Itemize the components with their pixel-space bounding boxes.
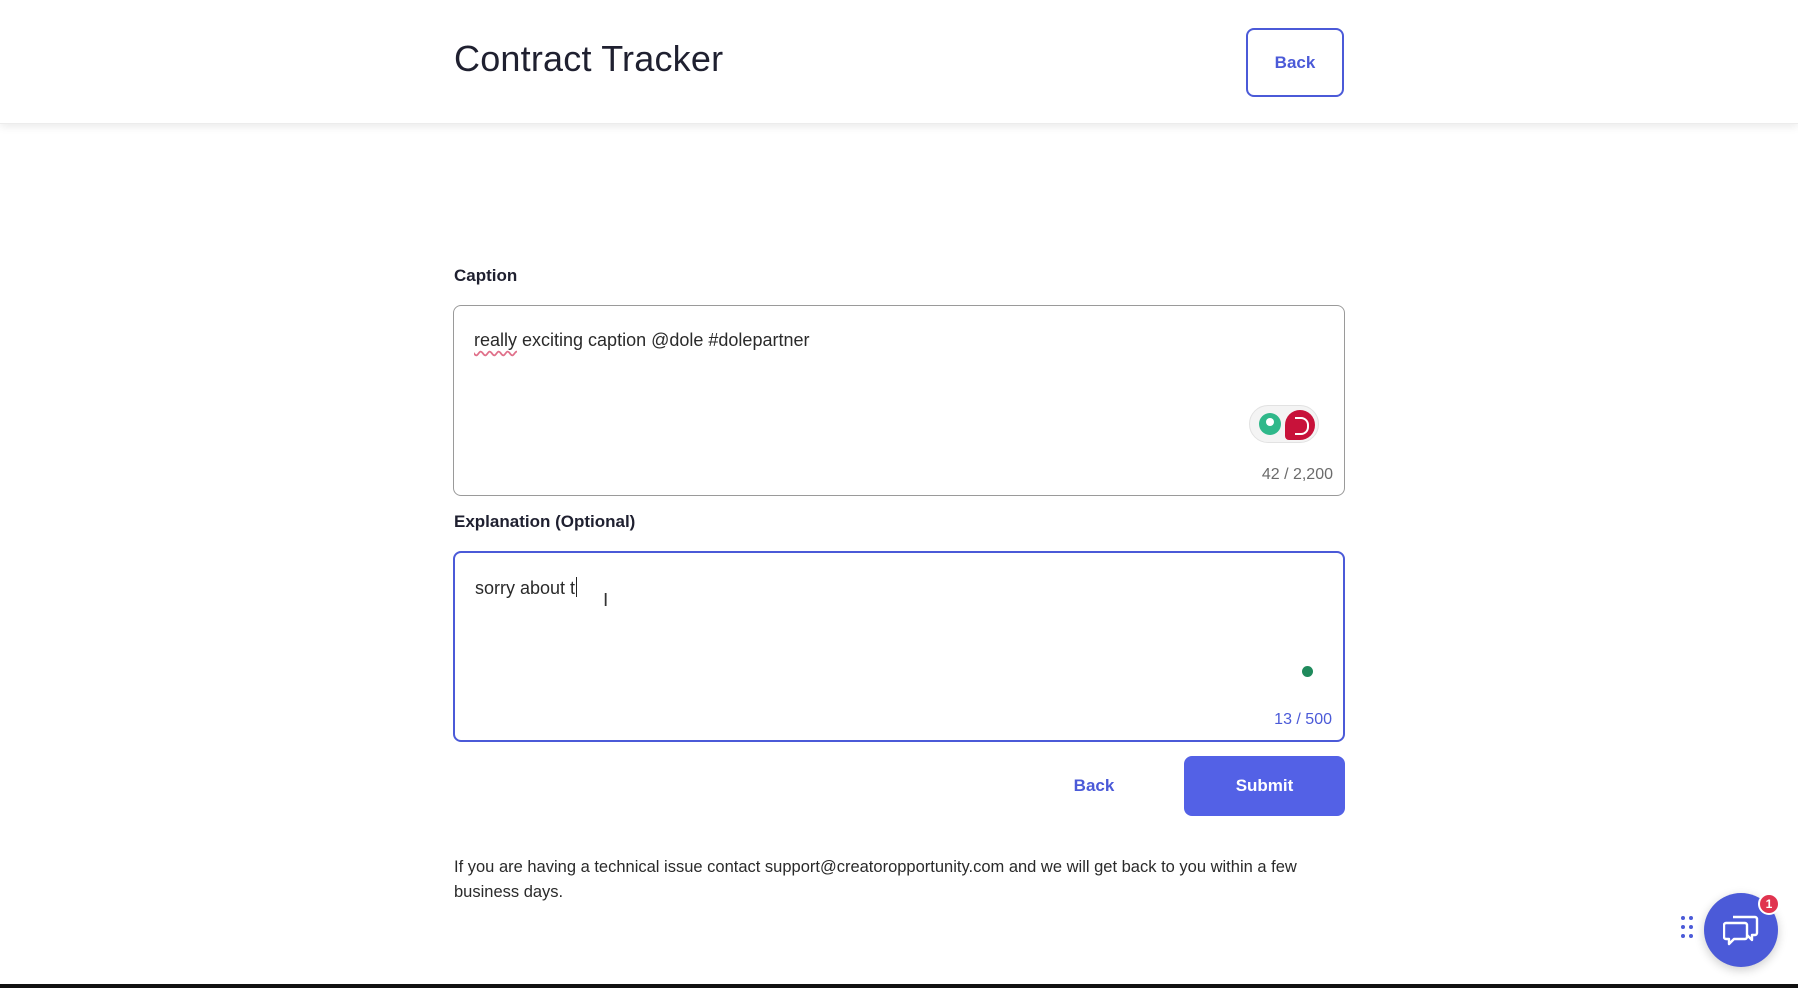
app-title: Contract Tracker	[454, 38, 724, 79]
grid-handle-icon[interactable]	[1681, 916, 1695, 942]
bottom-divider	[0, 984, 1798, 988]
notification-badge: 1	[1758, 893, 1780, 915]
back-button[interactable]: Back	[1048, 758, 1140, 814]
explanation-text: sorry about t	[475, 577, 578, 599]
explanation-text-value: sorry about t	[475, 578, 576, 598]
explanation-textarea[interactable]: sorry about t 13 / 500	[453, 551, 1345, 742]
grammar-assistant-icon[interactable]	[1285, 410, 1315, 440]
caption-text-rest: exciting caption @dole #dolepartner	[517, 330, 810, 350]
text-caret	[576, 577, 578, 597]
top-header: Contract Tracker Back	[0, 0, 1798, 124]
chat-icon	[1723, 915, 1759, 946]
explanation-char-count: 13 / 500	[1274, 711, 1332, 728]
support-note: If you are having a technical issue cont…	[454, 858, 1297, 901]
caption-textarea[interactable]: really exciting caption @dole #dolepartn…	[453, 305, 1345, 496]
spellcheck-flagged-word[interactable]: really	[474, 330, 517, 350]
caption-text: really exciting caption @dole #dolepartn…	[474, 330, 809, 351]
caption-char-count: 42 / 2,200	[1261, 466, 1333, 483]
submit-button[interactable]: Submit	[1184, 756, 1345, 816]
explanation-label: Explanation (Optional)	[454, 512, 636, 531]
assistant-status-dot[interactable]	[1302, 666, 1313, 677]
lightbulb-icon[interactable]	[1259, 413, 1281, 435]
writing-assistant-widget[interactable]	[1249, 405, 1319, 443]
text-cursor-icon: I	[603, 590, 609, 611]
chat-launcher-button[interactable]: 1	[1704, 893, 1780, 967]
caption-label: Caption	[454, 266, 518, 285]
header-back-button[interactable]: Back	[1246, 28, 1344, 97]
